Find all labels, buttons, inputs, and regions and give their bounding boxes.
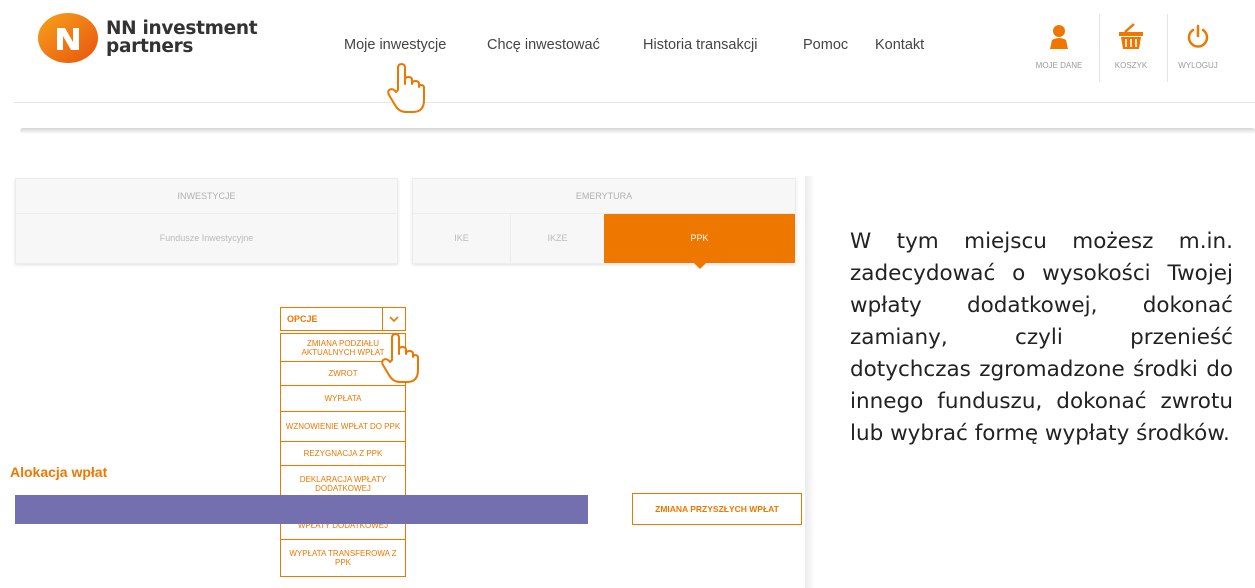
options-select[interactable]: OPCJE xyxy=(280,307,406,331)
menu-item-rezygnacja[interactable]: REZYGNACJA Z PPK xyxy=(281,442,405,466)
basket-icon xyxy=(1096,22,1166,50)
header-shadow xyxy=(20,128,1255,134)
chevron-down-icon xyxy=(382,308,405,330)
nav-item-chce-inwestowac[interactable]: Chcę inwestować xyxy=(487,37,600,53)
user-icon xyxy=(1024,22,1094,50)
hand-pointer-icon xyxy=(380,332,420,383)
tab-header-inwestycje: INWESTYCJE xyxy=(16,179,397,214)
future-payments-button[interactable]: ZMIANA PRZYSZŁYCH WPŁAT xyxy=(632,493,802,525)
options-select-label: OPCJE xyxy=(287,314,318,324)
menu-item-wyplata[interactable]: WYPŁATA xyxy=(281,386,405,412)
nav-item-historia-transakcji[interactable]: Historia transakcji xyxy=(643,37,757,53)
panel-edge xyxy=(805,176,815,588)
tab-fundusze-inwestycyjne[interactable]: Fundusze Inwestycyjne xyxy=(16,214,397,263)
hand-pointer-icon xyxy=(386,62,426,113)
tab-ppk[interactable]: PPK xyxy=(604,214,795,263)
retirement-tab-group: EMERYTURA IKE IKZE PPK xyxy=(412,178,796,269)
power-icon xyxy=(1163,22,1233,50)
profile-button[interactable]: MOJE DANE xyxy=(1024,14,1094,84)
menu-item-wyplata-transferowa[interactable]: WYPŁATA TRANSFEROWA Z PPK xyxy=(281,540,405,576)
tab-header-emerytura: EMERYTURA xyxy=(413,179,795,214)
nav-item-moje-inwestycje[interactable]: Moje inwestycje xyxy=(344,37,446,53)
description-text: W tym miejscu możesz m.in. zadecydować o… xyxy=(850,229,1233,446)
section-title: Alokacja wpłat xyxy=(10,464,108,480)
allocation-bar xyxy=(15,495,588,524)
nav-item-pomoc[interactable]: Pomoc xyxy=(803,37,848,53)
tab-ikze[interactable]: IKZE xyxy=(511,214,604,263)
active-tab-arrow xyxy=(694,263,706,269)
tab-ike[interactable]: IKE xyxy=(413,214,511,263)
logout-button[interactable]: WYLOGUJ xyxy=(1163,14,1233,84)
header-divider xyxy=(14,102,1255,103)
cart-button[interactable]: KOSZYK xyxy=(1096,14,1166,84)
logout-label: WYLOGUJ xyxy=(1178,61,1218,70)
profile-label: MOJE DANE xyxy=(1035,61,1083,70)
nav-item-kontakt[interactable]: Kontakt xyxy=(875,37,924,53)
investments-tab-group: INWESTYCJE Fundusze Inwestycyjne xyxy=(15,178,398,264)
cart-label: KOSZYK xyxy=(1114,61,1148,70)
menu-item-wznowienie-wplat[interactable]: WZNOWIENIE WPŁAT DO PPK xyxy=(281,412,405,442)
